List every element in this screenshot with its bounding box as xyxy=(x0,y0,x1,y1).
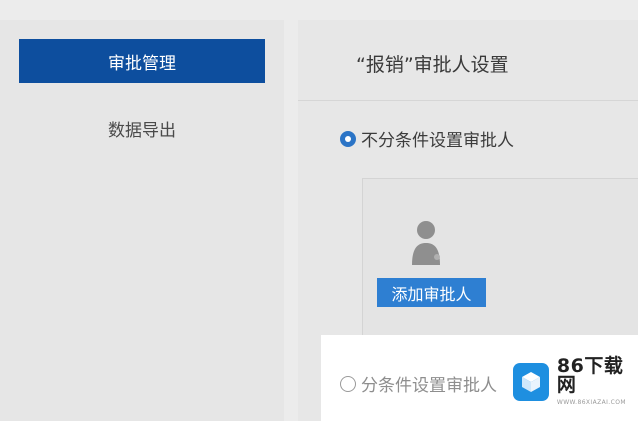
approver-box: 添加审批人 xyxy=(362,178,638,353)
add-approver-button[interactable]: 添加审批人 xyxy=(377,278,486,307)
sidebar-item-label: 数据导出 xyxy=(108,120,176,141)
option-label: 分条件设置审批人 xyxy=(361,376,497,396)
sidebar-item-label: 审批管理 xyxy=(108,53,176,74)
watermark-name: 86下载网 xyxy=(556,355,624,396)
sidebar-item-data-export[interactable]: 数据导出 xyxy=(19,106,265,150)
option-unconditional-approver[interactable]: 不分条件设置审批人 xyxy=(340,126,514,151)
radio-button-checked[interactable] xyxy=(340,130,356,147)
page-title: “报销”审批人设置 xyxy=(356,54,509,76)
sidebar-item-approval-management[interactable]: 审批管理 xyxy=(19,39,265,83)
radio-button-unchecked[interactable] xyxy=(340,375,356,392)
add-approver-label: 添加审批人 xyxy=(391,284,472,304)
watermark-url: WWW.86XIAZAI.COM xyxy=(556,399,626,406)
user-avatar-icon xyxy=(412,221,440,265)
cube-logo-icon xyxy=(513,362,549,401)
sidebar: 审批管理 数据导出 xyxy=(0,20,284,421)
divider xyxy=(298,100,638,101)
option-label: 不分条件设置审批人 xyxy=(361,131,514,151)
option-conditional-approver[interactable]: 分条件设置审批人 xyxy=(340,371,497,396)
watermark: 86下载网 WWW.86XIAZAI.COM xyxy=(513,357,638,406)
